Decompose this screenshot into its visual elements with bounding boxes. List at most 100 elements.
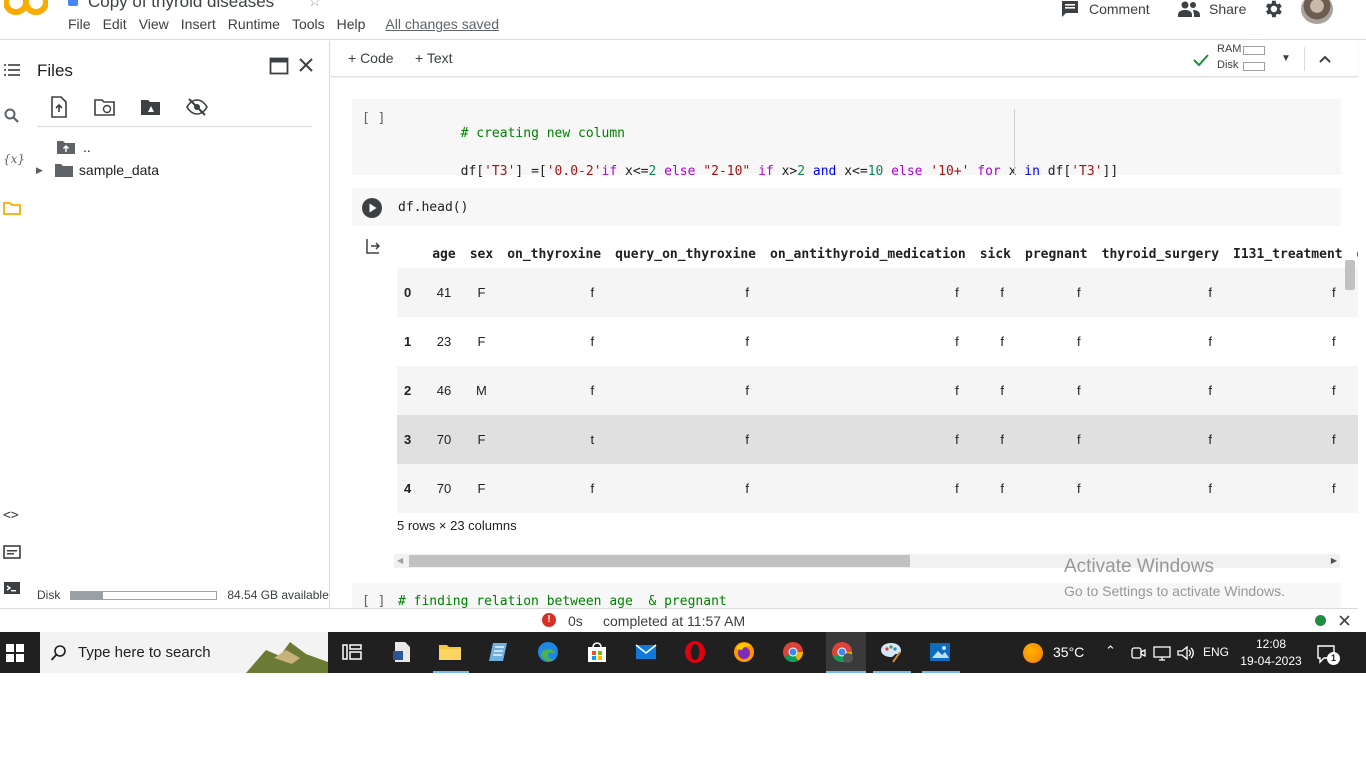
search-icon[interactable] xyxy=(3,107,21,125)
folder-icon[interactable] xyxy=(3,199,21,217)
table-cell: f xyxy=(763,366,973,415)
table-cell: f xyxy=(972,268,1018,317)
table-of-contents-icon[interactable] xyxy=(3,61,21,79)
row-index: 4 xyxy=(397,464,426,513)
terminal-icon[interactable] xyxy=(3,579,21,597)
code-comment[interactable]: # finding relation between age & pregnan… xyxy=(398,594,727,608)
error-icon[interactable]: ! xyxy=(542,613,556,627)
chrome-profile-icon[interactable] xyxy=(830,640,854,664)
menu-insert[interactable]: Insert xyxy=(175,15,222,33)
code-cell[interactable]: df.head() xyxy=(352,188,1341,226)
avatar[interactable] xyxy=(1301,0,1333,24)
tree-item-label: .. xyxy=(83,139,91,155)
table-cell: f xyxy=(972,415,1018,464)
tree-item-sample-data[interactable]: ▶ sample_data xyxy=(36,162,159,178)
disk-available: 84.54 GB available xyxy=(227,588,329,602)
menu-help[interactable]: Help xyxy=(331,15,372,33)
opera-browser-icon[interactable] xyxy=(683,640,707,664)
chevron-down-icon[interactable]: ▼ xyxy=(1281,53,1291,64)
menu-view[interactable]: View xyxy=(133,15,175,33)
photos-app-icon[interactable] xyxy=(928,640,952,664)
input-language[interactable]: ENG xyxy=(1203,645,1229,659)
menu-tools[interactable]: Tools xyxy=(286,15,331,33)
weather-sun-icon[interactable] xyxy=(1023,643,1043,663)
network-icon[interactable] xyxy=(1153,645,1171,661)
save-status[interactable]: All changes saved xyxy=(379,15,505,33)
colab-logo[interactable] xyxy=(4,0,48,18)
clock-time: 12:08 xyxy=(1255,637,1287,651)
code-token: df[ xyxy=(1039,164,1072,179)
add-text-button[interactable]: + Text xyxy=(415,50,453,66)
resource-monitor[interactable]: RAM Disk ▼ xyxy=(1193,43,1303,75)
run-cell-button[interactable]: [ ] xyxy=(362,594,385,608)
expand-arrow-icon[interactable]: ▶ xyxy=(36,165,43,176)
code-cell[interactable]: [ ] # creating new column df['T3'] =['0.… xyxy=(352,99,1341,179)
chevron-up-icon[interactable]: ⌃ xyxy=(1105,643,1116,659)
windows-start-icon[interactable] xyxy=(6,644,24,662)
notepad-app-icon[interactable] xyxy=(487,640,511,664)
table-cell: f xyxy=(500,464,609,513)
taskbar-search[interactable]: Type here to search xyxy=(40,632,328,673)
gear-icon[interactable] xyxy=(1262,0,1284,20)
chrome-browser-icon[interactable] xyxy=(781,640,805,664)
active-indicator xyxy=(433,671,469,673)
vertical-scrollbar[interactable] xyxy=(1345,260,1355,290)
tree-item-parent[interactable]: .. xyxy=(57,139,91,155)
table-cell: f xyxy=(763,464,973,513)
upload-file-icon[interactable] xyxy=(48,96,70,118)
code-token: df[ xyxy=(460,164,485,179)
output-actions-icon[interactable] xyxy=(365,238,381,254)
command-palette-icon[interactable] xyxy=(3,543,21,561)
comment-label: Comment xyxy=(1089,1,1150,17)
hide-files-icon[interactable] xyxy=(186,96,208,118)
chevron-up-icon[interactable] xyxy=(1317,51,1333,67)
volume-icon[interactable] xyxy=(1177,645,1195,661)
comment-button[interactable]: Comment xyxy=(1060,0,1150,18)
code-snippets-icon[interactable]: <> xyxy=(3,508,21,526)
star-icon[interactable]: ☆ xyxy=(308,0,321,10)
ram-meter xyxy=(1243,46,1265,55)
menu-runtime[interactable]: Runtime xyxy=(222,15,286,33)
weather-temperature[interactable]: 35°C xyxy=(1053,644,1084,660)
mount-drive-icon[interactable] xyxy=(140,96,162,118)
code-line[interactable]: df.head() xyxy=(398,200,468,215)
firefox-browser-icon[interactable] xyxy=(732,640,756,664)
disk-meter xyxy=(1243,62,1265,71)
completed-time: completed at 11:57 AM xyxy=(603,613,746,629)
paint-app-icon[interactable] xyxy=(879,640,903,664)
close-icon[interactable] xyxy=(1339,615,1350,626)
close-icon[interactable] xyxy=(298,57,314,73)
disk-usage-fill xyxy=(71,591,104,599)
table-cell: M xyxy=(462,366,501,415)
run-cell-button[interactable]: [ ] xyxy=(362,111,385,126)
run-cell-icon[interactable] xyxy=(361,197,383,219)
variables-icon[interactable]: {x} xyxy=(3,152,25,170)
meet-now-icon[interactable] xyxy=(1130,645,1146,661)
scroll-left-icon[interactable]: ◀ xyxy=(397,556,403,565)
clock[interactable]: 12:08 19-04-2023 xyxy=(1240,636,1302,670)
active-indicator xyxy=(922,671,960,673)
watermark-title: Activate Windows xyxy=(1064,556,1214,577)
scrollbar-thumb[interactable] xyxy=(409,555,911,567)
task-view-icon[interactable] xyxy=(340,640,364,664)
notebook-title[interactable]: Copy of thyroid diseases xyxy=(88,0,274,12)
add-code-button[interactable]: + Code xyxy=(348,50,394,66)
scroll-right-icon[interactable]: ▶ xyxy=(1331,556,1337,565)
code-token: ] =[ xyxy=(515,164,547,179)
edge-browser-icon[interactable] xyxy=(536,640,560,664)
refresh-folder-icon[interactable] xyxy=(94,96,116,118)
document-app-icon[interactable] xyxy=(390,640,414,664)
menu-file[interactable]: File xyxy=(62,15,97,33)
open-in-tab-icon[interactable] xyxy=(269,57,289,75)
column-header: thyroid_surgery xyxy=(1101,246,1220,262)
table-cell: 70 xyxy=(425,415,463,464)
share-button[interactable]: Share xyxy=(1178,0,1246,18)
file-explorer-icon[interactable] xyxy=(438,640,462,664)
table-cell: f xyxy=(1018,268,1095,317)
store-app-icon[interactable] xyxy=(585,640,609,664)
mail-app-icon[interactable] xyxy=(634,640,658,664)
watermark-subtitle: Go to Settings to activate Windows. xyxy=(1064,583,1285,599)
menu-edit[interactable]: Edit xyxy=(97,15,133,33)
